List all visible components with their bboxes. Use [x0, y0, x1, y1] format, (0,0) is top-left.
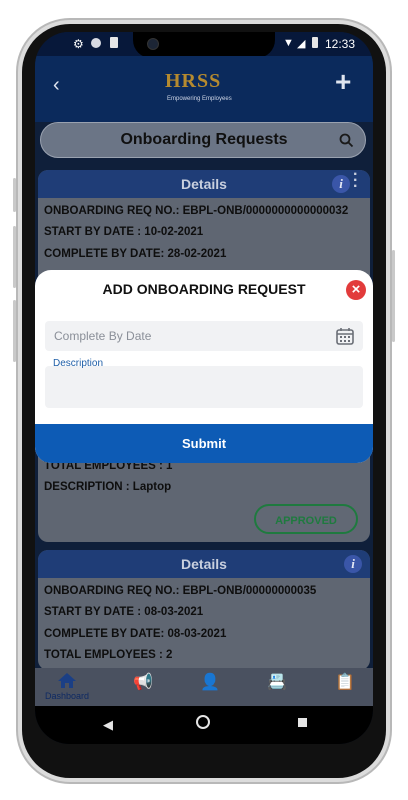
card-header-label: Details: [181, 176, 227, 192]
date-placeholder: Complete By Date: [54, 329, 152, 343]
volume-button: [13, 178, 16, 212]
start-date: START BY DATE : 10-02-2021: [44, 226, 204, 238]
nav-contacts[interactable]: 📇: [257, 672, 297, 702]
home-icon: [58, 673, 76, 688]
app-tagline: Empowering Employees: [167, 96, 232, 102]
search-icon[interactable]: [339, 133, 354, 148]
card-header: Details i: [38, 550, 370, 578]
status-badge: APPROVED: [254, 504, 358, 534]
close-icon[interactable]: ×: [346, 280, 366, 300]
calendar-icon[interactable]: [335, 326, 355, 346]
megaphone-icon: 📢: [133, 674, 153, 691]
request-card: Details i ONBOARDING REQ NO.: EBPL-ONB/0…: [38, 550, 370, 670]
circle-icon: [91, 38, 101, 48]
info-icon[interactable]: i: [332, 175, 350, 193]
description-label: Description: [53, 358, 104, 369]
nav-dashboard-label: Dashboard: [44, 691, 90, 701]
complete-date: COMPLETE BY DATE: 08-03-2021: [44, 628, 227, 640]
power-button: [392, 250, 395, 342]
bottom-navigation: Dashboard 📢 👤 📇 📋: [35, 668, 373, 706]
add-icon[interactable]: +: [335, 66, 351, 98]
wifi-icon: ▼: [283, 37, 294, 49]
submit-button[interactable]: Submit: [35, 424, 373, 463]
complete-by-date-field[interactable]: Complete By Date: [45, 321, 363, 351]
nav-leave[interactable]: 👤: [190, 672, 230, 702]
more-options-icon[interactable]: · · ·: [353, 167, 358, 195]
app-logo: HRSS: [165, 70, 222, 92]
nav-dashboard[interactable]: Dashboard: [45, 672, 89, 702]
volume-button: [13, 300, 16, 362]
request-number: ONBOARDING REQ NO.: EBPL-ONB/00000000035: [44, 585, 317, 597]
sim-icon: [110, 37, 118, 48]
back-icon[interactable]: ‹: [53, 74, 60, 97]
card-header-label: Details: [181, 556, 227, 572]
home-nav-icon[interactable]: [196, 715, 210, 729]
search-title-bar[interactable]: Onboarding Requests: [40, 122, 366, 158]
add-onboarding-dialog: ADD ONBOARDING REQUEST × Complete By Dat…: [35, 270, 373, 463]
dialog-title: ADD ONBOARDING REQUEST: [102, 281, 306, 297]
app-header: ‹ HRSS Empowering Employees +: [35, 56, 373, 122]
signal-icon: ◢: [297, 38, 306, 50]
total-employees: TOTAL EMPLOYEES : 2: [44, 649, 173, 661]
page-title: Onboarding Requests: [120, 131, 288, 148]
back-nav-icon[interactable]: ◀: [103, 717, 113, 733]
info-icon[interactable]: i: [344, 555, 362, 573]
settings-icon: ⚙: [73, 37, 84, 51]
status-time: 12:33: [325, 37, 356, 51]
battery-icon: [312, 37, 318, 48]
system-navigation: ◀: [35, 706, 373, 744]
nav-announcements[interactable]: 📢: [123, 672, 163, 702]
recents-nav-icon[interactable]: [298, 718, 307, 727]
nav-tasks[interactable]: 📋: [325, 672, 365, 702]
front-camera: [147, 38, 159, 50]
request-number: ONBOARDING REQ NO.: EBPL-ONB/00000000000…: [44, 205, 349, 217]
complete-date: COMPLETE BY DATE: 28-02-2021: [44, 248, 227, 260]
screen: ⚙ ▼ ◢ 12:33 ‹ HRSS Empowering Employees …: [35, 32, 373, 744]
user-block-icon: 👤: [200, 674, 220, 691]
card-header: Details i: [38, 170, 370, 198]
start-date: START BY DATE : 08-03-2021: [44, 606, 204, 618]
description-field[interactable]: [45, 366, 363, 408]
description: DESCRIPTION : Laptop: [44, 481, 172, 493]
volume-button: [13, 226, 16, 288]
checklist-icon: 📋: [335, 674, 355, 691]
contact-book-icon: 📇: [267, 674, 287, 691]
